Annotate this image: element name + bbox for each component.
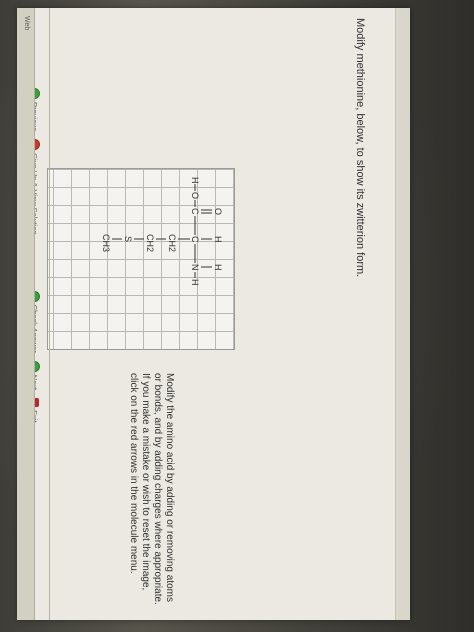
molecule-drawing-canvas[interactable]: H O C C N H O H H CH2 CH2 S CH3 xyxy=(47,168,235,350)
toolbar-divider xyxy=(49,8,50,620)
atom-s: S xyxy=(123,236,133,242)
question-prompt: Modify methionine, below, to show its zw… xyxy=(354,18,366,278)
atom-o-top: O xyxy=(213,208,223,215)
status-bar-label: Web xyxy=(23,16,30,31)
atom-ch3: CH3 xyxy=(101,234,111,252)
atom-h-top: H xyxy=(213,236,223,243)
atom-c1: C xyxy=(190,208,200,215)
browser-status-bar xyxy=(17,8,35,620)
instructions-text: Modify the amino acid by adding or remov… xyxy=(128,373,175,605)
atom-n: N xyxy=(190,264,200,271)
atom-c2: C xyxy=(190,236,200,243)
atom-ch2-b: CH2 xyxy=(145,234,155,252)
atom-ch2-a: CH2 xyxy=(167,234,177,252)
atom-h-top2: H xyxy=(213,264,223,271)
atom-h-right: H xyxy=(190,279,200,286)
atom-h-left: H xyxy=(190,177,200,184)
page-header-strip xyxy=(395,8,410,620)
methionine-structure: H O C C N H O H H CH2 CH2 S CH3 xyxy=(101,177,223,286)
atom-o-left: O xyxy=(190,192,200,199)
tutorial-page: Modify methionine, below, to show its zw… xyxy=(17,8,410,620)
screen-photo: Modify methionine, below, to show its zw… xyxy=(0,0,474,632)
